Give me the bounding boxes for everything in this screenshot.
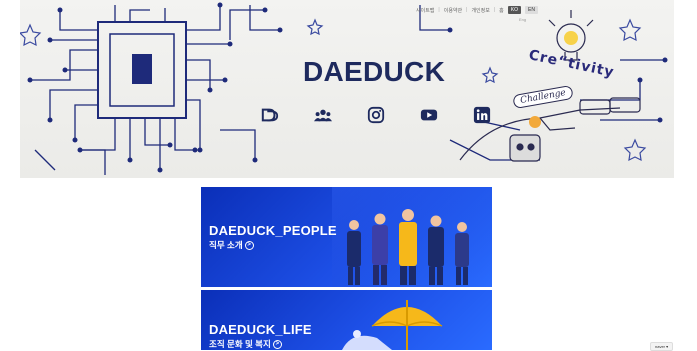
people-illustration (332, 187, 492, 287)
life-banner-sub-text: 조직 문화 및 복지 (209, 339, 271, 349)
circuit-illustration (20, 2, 668, 175)
util-link-terms[interactable]: 이용약관 (444, 7, 462, 14)
people-banner-title: DAEDUCK_PEOPLE (209, 223, 337, 238)
util-sub-text: Eng (519, 17, 527, 22)
daeduck-logo-icon[interactable] (259, 104, 281, 126)
lang-en-button[interactable]: EN (525, 6, 538, 14)
lang-ko-button[interactable]: KO (507, 6, 521, 14)
people-banner-subtitle: 직무 소개 > (209, 239, 254, 251)
life-banner-title: DAEDUCK_LIFE (209, 322, 312, 337)
life-banner[interactable]: DAEDUCK_LIFE 조직 문화 및 복지 > (201, 290, 492, 350)
people-banner-sub-text: 직무 소개 (209, 240, 243, 250)
people-banner[interactable]: DAEDUCK_PEOPLE 직무 소개 > (201, 187, 492, 287)
separator: | (438, 7, 440, 13)
instagram-icon[interactable] (365, 104, 387, 126)
community-icon[interactable] (312, 104, 334, 126)
hero-banner: 사이트맵 | 이용약관 | 개인정보 | 홈 KO EN Eng DAEDUCK… (20, 0, 674, 178)
page: 사이트맵 | 이용약관 | 개인정보 | 홈 KO EN Eng DAEDUCK… (0, 0, 697, 351)
arrow-circle-icon: > (244, 240, 254, 250)
util-link-privacy[interactable]: 개인정보 (471, 7, 489, 14)
separator: | (466, 7, 468, 13)
util-link-sitemap[interactable]: 사이트맵 (416, 7, 434, 14)
life-banner-subtitle: 조직 문화 및 복지 > (209, 338, 282, 350)
utility-links: 사이트맵 | 이용약관 | 개인정보 | 홈 KO EN (416, 6, 538, 14)
brand-title: DAEDUCK (303, 56, 446, 87)
separator: | (493, 7, 496, 13)
linkedin-icon[interactable] (471, 104, 493, 126)
youtube-icon[interactable] (418, 104, 440, 126)
arrow-circle-icon: > (272, 339, 282, 349)
sns-links (259, 104, 524, 126)
util-link-home[interactable]: 홈 (499, 7, 504, 14)
umbrella-illustration (342, 300, 443, 350)
